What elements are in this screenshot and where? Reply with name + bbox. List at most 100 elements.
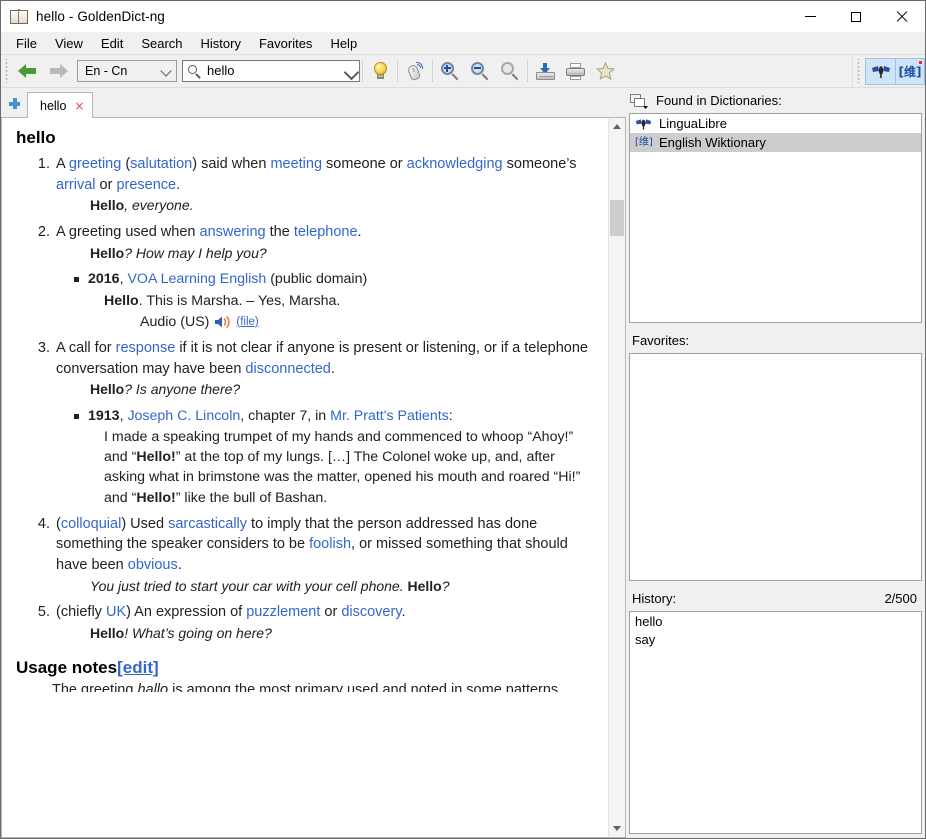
add-favorite-button[interactable]	[590, 57, 620, 85]
link-answering[interactable]: answering	[200, 224, 266, 240]
menu-history[interactable]: History	[192, 34, 250, 53]
zoom-in-icon	[440, 61, 460, 81]
link-arrival[interactable]: arrival	[56, 177, 95, 193]
favorites-list[interactable]	[629, 353, 922, 581]
tab-hello[interactable]: hello ×	[27, 92, 94, 118]
mouse-scan-icon	[406, 61, 423, 81]
link-sarcastically[interactable]: sarcastically	[168, 516, 247, 532]
search-icon	[188, 64, 201, 79]
minimize-button[interactable]	[787, 1, 833, 32]
language-pair-select[interactable]: En - Cn	[77, 60, 177, 82]
link-meeting[interactable]: meeting	[270, 156, 322, 172]
dictionary-item-lingualibre[interactable]: LinguaLibre	[630, 114, 921, 133]
menu-edit[interactable]: Edit	[92, 34, 132, 53]
sense-item-4: (colloquial) Used sarcastically to imply…	[54, 514, 598, 597]
audio-file-link[interactable]: (file)	[236, 314, 258, 330]
dictbar-grip[interactable]	[856, 59, 863, 83]
forward-arrow-icon	[48, 63, 68, 79]
history-item[interactable]: say	[630, 630, 921, 648]
dictionaries-list[interactable]: LinguaLibre [维] English Wiktionary	[629, 113, 922, 323]
link-response[interactable]: response	[116, 340, 176, 356]
sense-text-2: A greeting used when answering the telep…	[56, 224, 362, 241]
title-bar: hello - GoldenDict-ng	[1, 1, 925, 32]
link-telephone[interactable]: telephone	[294, 224, 358, 240]
new-tab-button[interactable]	[1, 89, 27, 117]
link-disconnected[interactable]: disconnected	[245, 361, 330, 377]
forward-button[interactable]	[43, 57, 73, 85]
sense-item-3: A call for response if it is not clear i…	[54, 338, 598, 508]
menu-help[interactable]: Help	[321, 34, 366, 53]
link-work[interactable]: Mr. Pratt's Patients	[330, 408, 449, 424]
save-article-button[interactable]	[530, 57, 560, 85]
article-frame: hello A greeting (salutation) said when …	[1, 117, 626, 838]
favorites-label: Favorites:	[632, 333, 690, 348]
close-icon[interactable]: ×	[74, 100, 84, 112]
found-in-dictionaries-label: Found in Dictionaries:	[656, 93, 782, 108]
toolbar-row: En - Cn hello [维]	[1, 54, 925, 87]
zoom-out-button[interactable]	[465, 57, 495, 85]
toolbar-grip[interactable]	[4, 59, 11, 83]
search-dropdown-icon[interactable]	[346, 67, 355, 76]
quotation-2016: 2016, VOA Learning English (public domai…	[72, 269, 598, 331]
link-acknowledging[interactable]: acknowledging	[407, 156, 503, 172]
dictionary-item-english-wiktionary[interactable]: [维] English Wiktionary	[630, 133, 921, 152]
lingualibre-icon	[871, 64, 891, 79]
quotation-text: I made a speaking trumpet of my hands an…	[104, 429, 581, 506]
menu-search[interactable]: Search	[132, 34, 191, 53]
search-input[interactable]: hello	[182, 60, 360, 82]
link-greeting[interactable]: greeting	[69, 156, 121, 172]
usage-notes-heading: Usage notes[edit]	[16, 658, 598, 678]
wiktionary-filter-button[interactable]: [维]	[895, 57, 925, 85]
minimize-icon	[804, 16, 816, 17]
link-uk[interactable]: UK	[106, 604, 126, 620]
link-obvious[interactable]: obvious	[128, 557, 178, 573]
wiktionary-icon: [维]	[899, 60, 923, 80]
lingualibre-filter-button[interactable]	[865, 57, 895, 85]
history-list[interactable]: hello say	[629, 611, 922, 834]
toolbar-separator	[397, 60, 398, 82]
sense-list: A greeting (salutation) said when meetin…	[14, 154, 598, 644]
close-icon	[896, 11, 908, 23]
back-button[interactable]	[13, 57, 43, 85]
zoom-in-button[interactable]	[435, 57, 465, 85]
audio-row: Audio (US) (file)	[140, 312, 598, 332]
link-puzzlement[interactable]: puzzlement	[246, 604, 320, 620]
arrange-panes-icon[interactable]	[630, 92, 650, 110]
scrollbar-thumb[interactable]	[610, 200, 624, 236]
maximize-button[interactable]	[833, 1, 879, 32]
chevron-down-icon	[162, 67, 171, 76]
dictionary-label: LinguaLibre	[659, 116, 727, 131]
scroll-down-button[interactable]	[609, 820, 625, 837]
show-translation-button[interactable]	[365, 57, 395, 85]
quotation-1913: 1913, Joseph C. Lincoln, chapter 7, in M…	[72, 406, 598, 508]
speaker-icon[interactable]	[214, 315, 231, 329]
save-icon	[535, 62, 555, 80]
link-foolish[interactable]: foolish	[309, 536, 351, 552]
menu-file[interactable]: File	[7, 34, 46, 53]
sense-item-2: A greeting used when answering the telep…	[54, 222, 598, 332]
edit-link[interactable]: [edit]	[117, 658, 159, 677]
link-discovery[interactable]: discovery	[341, 604, 401, 620]
zoom-reset-button[interactable]	[495, 57, 525, 85]
link-author[interactable]: Joseph C. Lincoln	[127, 408, 240, 424]
search-value: hello	[207, 63, 235, 78]
menu-favorites[interactable]: Favorites	[250, 34, 321, 53]
example-4: You just tried to start your car with yo…	[90, 577, 450, 594]
maximize-icon	[851, 11, 861, 22]
history-item[interactable]: hello	[630, 612, 921, 630]
link-presence[interactable]: presence	[116, 177, 176, 193]
scroll-up-button[interactable]	[609, 118, 625, 135]
close-button[interactable]	[879, 1, 925, 32]
quotation-citation: 1913, Joseph C. Lincoln, chapter 7, in M…	[88, 407, 453, 424]
dictionary-filter-toolbar: [维]	[852, 55, 925, 87]
print-button[interactable]	[560, 57, 590, 85]
link-salutation[interactable]: salutation	[130, 156, 192, 172]
menu-view[interactable]: View	[46, 34, 92, 53]
zoom-reset-icon	[500, 61, 520, 81]
sense-item-1: A greeting (salutation) said when meetin…	[54, 154, 598, 216]
toolbar-separator	[432, 60, 433, 82]
scan-popup-button[interactable]	[400, 57, 430, 85]
link-colloquial[interactable]: colloquial	[61, 516, 121, 532]
article-scrollbar[interactable]	[608, 118, 625, 837]
link-voa[interactable]: VOA Learning English	[127, 271, 266, 287]
